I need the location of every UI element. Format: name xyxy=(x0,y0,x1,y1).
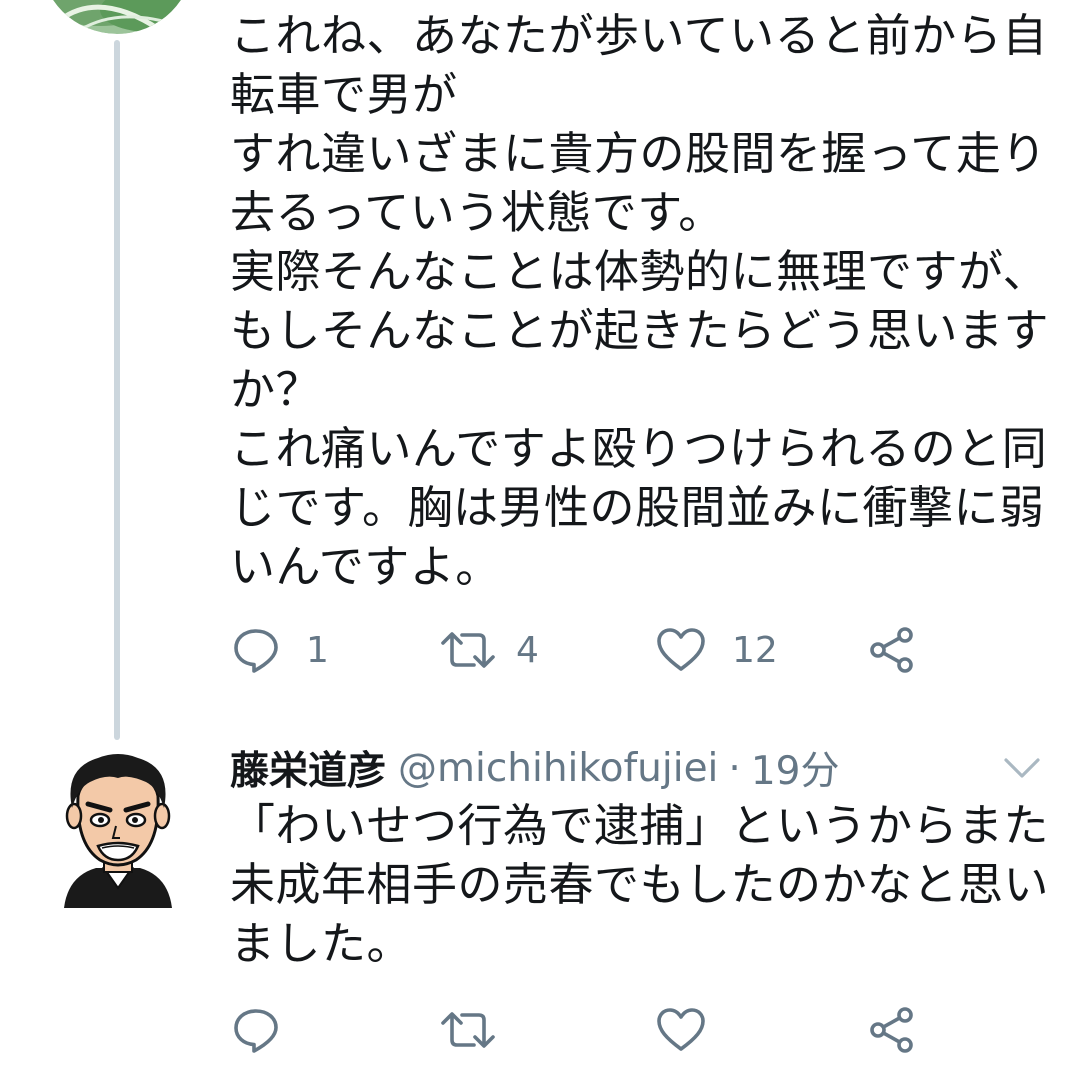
tweet-actions: 1 4 12 xyxy=(232,620,952,680)
tweet-text: これね、あなたが歩いていると前から自 転車で男が すれ違いざまに貴方の股間を握っ… xyxy=(230,9,1050,593)
tweet-actions xyxy=(232,1000,952,1060)
separator-dot: · xyxy=(728,745,741,791)
timeline: これね、あなたが歩いていると前から自 転車で男が すれ違いざまに貴方の股間を握っ… xyxy=(0,0,1080,1072)
like-button[interactable] xyxy=(656,1000,706,1060)
share-icon xyxy=(868,1006,916,1054)
tweet-text: 「わいせつ行為で逮捕」というからまた 未成年相手の売春でもしたのかなと思い まし… xyxy=(230,799,1050,970)
user-handle[interactable]: @michihikofujiei xyxy=(398,746,718,791)
tweet-header: 藤栄道彦 @michihikofujiei · 19分 xyxy=(230,738,839,798)
retweet-button[interactable]: 4 xyxy=(440,620,539,680)
tweet-menu-button[interactable] xyxy=(1000,748,1044,788)
heart-icon xyxy=(656,1006,706,1054)
display-name[interactable]: 藤栄道彦 xyxy=(230,740,386,796)
retweet-button[interactable] xyxy=(440,1000,496,1060)
like-count: 12 xyxy=(732,629,778,671)
chevron-down-icon xyxy=(1000,758,1044,792)
reply-button[interactable]: 1 xyxy=(232,620,329,680)
like-button[interactable]: 12 xyxy=(656,620,778,680)
thread-connector-line xyxy=(114,40,120,740)
reply-icon xyxy=(232,626,280,674)
heart-icon xyxy=(656,626,706,674)
avatar[interactable] xyxy=(58,748,178,908)
retweet-count: 4 xyxy=(516,629,539,671)
share-button[interactable] xyxy=(868,620,916,680)
retweet-icon xyxy=(440,1006,496,1054)
timestamp[interactable]: 19分 xyxy=(751,740,840,796)
reply-icon xyxy=(232,1006,280,1054)
reply-count: 1 xyxy=(306,629,329,671)
share-button[interactable] xyxy=(868,1000,916,1060)
share-icon xyxy=(868,626,916,674)
avatar-top[interactable] xyxy=(40,0,194,34)
reply-button[interactable] xyxy=(232,1000,280,1060)
retweet-icon xyxy=(440,626,496,674)
